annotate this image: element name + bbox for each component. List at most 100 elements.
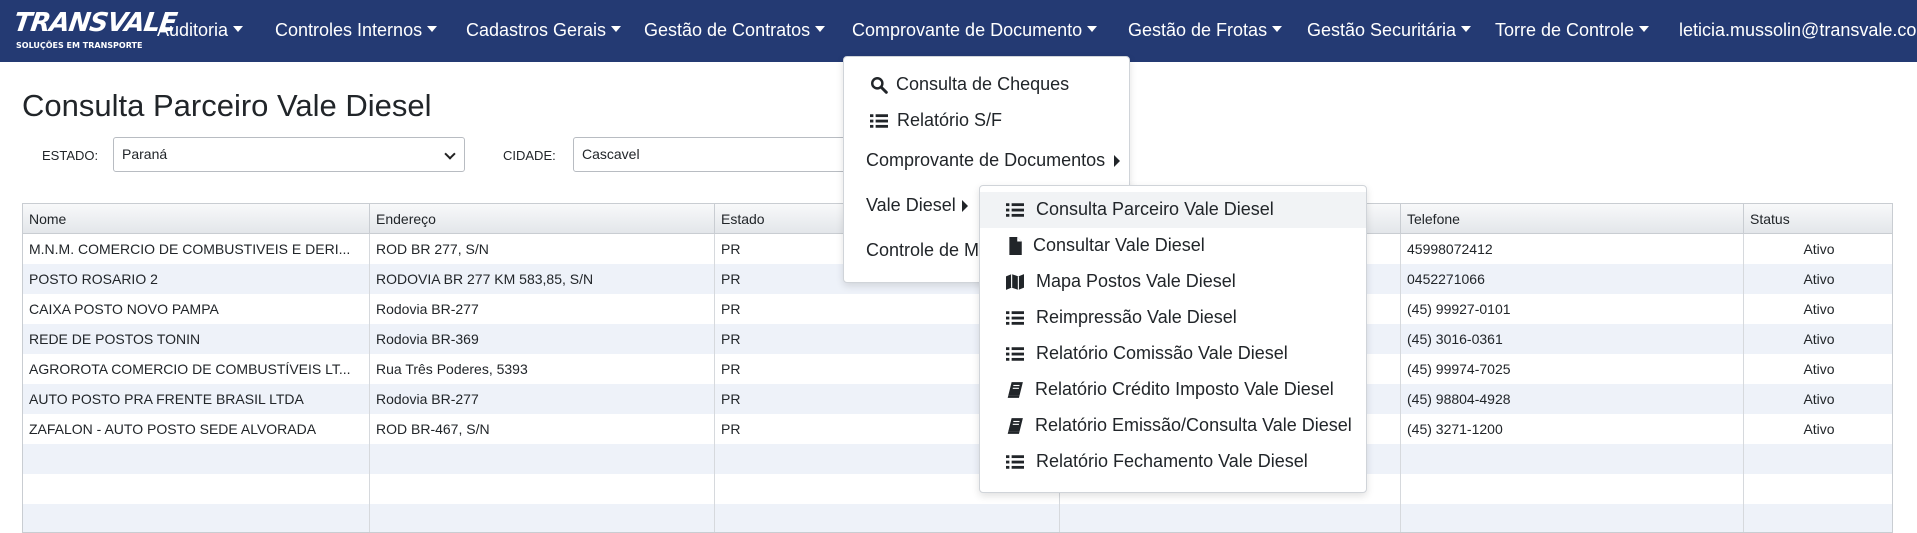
nav-torre-controle[interactable]: Torre de Controle	[1495, 20, 1650, 41]
submenu-item-consultar-vale[interactable]: Consultar Vale Diesel	[980, 228, 1366, 264]
menu-item-relatorio-sf[interactable]: Relatório S/F	[844, 103, 1129, 139]
estado-value: Paraná	[122, 146, 168, 162]
nav-label: Torre de Controle	[1495, 20, 1635, 40]
nav-auditoria[interactable]: Auditoria	[157, 20, 244, 41]
caret-down-icon	[1461, 26, 1472, 32]
table-cell-endereco: Rodovia BR-369	[370, 324, 715, 354]
list-icon	[1006, 455, 1024, 469]
list-icon	[1006, 311, 1024, 325]
table-cell-endereco: Rua Três Poderes, 5393	[370, 354, 715, 384]
nav-label: Comprovante de Documento	[852, 20, 1083, 40]
nav-cadastros-gerais[interactable]: Cadastros Gerais	[466, 20, 622, 41]
table-cell-status: Ativo	[1803, 391, 1835, 407]
table-cell-status: Ativo	[1803, 421, 1835, 437]
nav-label: Cadastros Gerais	[466, 20, 607, 40]
caret-right-icon	[962, 200, 968, 212]
nav-label: Gestão de Frotas	[1128, 20, 1268, 40]
submenu-item-relatorio-comissao[interactable]: Relatório Comissão Vale Diesel	[980, 336, 1366, 372]
table-row[interactable]	[23, 474, 1892, 504]
table-cell-telefone: (45) 3016-0361	[1401, 324, 1744, 354]
list-icon	[1006, 347, 1024, 361]
submenu-item-label: Mapa Postos Vale Diesel	[1036, 271, 1236, 291]
nav-label: Gestão Securitária	[1307, 20, 1457, 40]
table-cell-estado	[715, 504, 1060, 532]
nav-gestao-frotas[interactable]: Gestão de Frotas	[1128, 20, 1283, 41]
table-cell-nome: AUTO POSTO PRA FRENTE BRASIL LTDA	[23, 384, 370, 414]
menu-item-consulta-cheques[interactable]: Consulta de Cheques	[844, 67, 1129, 103]
table-row[interactable]: REDE DE POSTOS TONIN Rodovia BR-369 PR (45)…	[23, 324, 1892, 354]
nav-gestao-securitaria[interactable]: Gestão Securitária	[1307, 20, 1472, 41]
nav-comprovante-documento[interactable]: Comprovante de Documento	[852, 20, 1098, 41]
menu-item-label: Controle de M	[866, 240, 980, 260]
submenu-item-label: Relatório Comissão Vale Diesel	[1036, 343, 1288, 363]
table-cell-telefone: (45) 98804-4928	[1401, 384, 1744, 414]
table-cell-nome	[23, 474, 370, 504]
list-icon	[870, 114, 888, 128]
submenu-item-relatorio-fechamento[interactable]: Relatório Fechamento Vale Diesel	[980, 444, 1366, 480]
column-header-nome[interactable]: Nome	[23, 204, 370, 234]
transvale-logo[interactable]: TRANSVALE SOLUÇÕES EM TRANSPORTE	[12, 8, 178, 54]
table-row[interactable]: AUTO POSTO PRA FRENTE BRASIL LTDA Rodovia…	[23, 384, 1892, 414]
submenu-item-mapa-postos[interactable]: Mapa Postos Vale Diesel	[980, 264, 1366, 300]
column-header-endereco[interactable]: Endereço	[370, 204, 715, 234]
table-cell-nome: M.N.M. COMERCIO DE COMBUSTIVEIS E DERI..…	[23, 234, 370, 264]
table-row[interactable]	[23, 444, 1892, 474]
submenu-item-consulta-parceiro[interactable]: Consulta Parceiro Vale Diesel	[980, 192, 1366, 228]
table-cell-status: Ativo	[1803, 331, 1835, 347]
table-cell-nome: ZAFALON - AUTO POSTO SEDE ALVORADA	[23, 414, 370, 444]
file-icon	[1009, 237, 1022, 255]
list-icon	[1006, 203, 1024, 217]
submenu-item-relatorio-emissao[interactable]: Relatório Emissão/Consulta Vale Diesel	[980, 408, 1366, 444]
cidade-label: CIDADE:	[503, 148, 556, 163]
estado-label: ESTADO:	[42, 148, 99, 163]
caret-down-icon	[1272, 26, 1283, 32]
table-cell-endereco	[370, 444, 715, 474]
column-header-telefone[interactable]: Telefone	[1401, 204, 1744, 234]
table-cell-status	[1744, 504, 1892, 532]
estado-select[interactable]: Paraná	[113, 137, 465, 172]
cidade-select[interactable]: Cascavel	[573, 137, 873, 172]
column-header-status[interactable]: Status	[1744, 204, 1892, 234]
search-icon	[871, 77, 888, 94]
table-cell-status: Ativo	[1803, 271, 1835, 287]
submenu-item-label: Relatório Emissão/Consulta Vale Diesel	[1035, 415, 1352, 435]
menu-item-label: Comprovante de Documentos	[866, 150, 1106, 170]
table-row[interactable]: AGROROTA COMERCIO DE COMBUSTÍVEIS LT... R…	[23, 354, 1892, 384]
nav-controles-internos[interactable]: Controles Internos	[275, 20, 438, 41]
table-cell-telefone: (45) 99974-7025	[1401, 354, 1744, 384]
vale-diesel-submenu: Consulta Parceiro Vale Diesel Consultar …	[979, 185, 1367, 493]
submenu-item-label: Reimpressão Vale Diesel	[1036, 307, 1237, 327]
nav-label: Auditoria	[157, 20, 229, 40]
table-cell-nome: AGROROTA COMERCIO DE COMBUSTÍVEIS LT...	[23, 354, 370, 384]
table-cell-nome: POSTO ROSARIO 2	[23, 264, 370, 294]
submenu-item-reimpressao[interactable]: Reimpressão Vale Diesel	[980, 300, 1366, 336]
table-row[interactable]: CAIXA POSTO NOVO PAMPA Rodovia BR-277 PR (4…	[23, 294, 1892, 324]
caret-down-icon	[1087, 26, 1098, 32]
submenu-item-relatorio-credito[interactable]: Relatório Crédito Imposto Vale Diesel	[980, 372, 1366, 408]
table-cell	[1060, 504, 1401, 532]
caret-down-icon	[611, 26, 622, 32]
table-cell-nome	[23, 504, 370, 532]
nav-user-menu[interactable]: leticia.mussolin@transvale.com	[1679, 20, 1917, 41]
table-cell-telefone: (45) 3271-1200	[1401, 414, 1744, 444]
table-cell-telefone: 0452271066	[1401, 264, 1744, 294]
table-cell-status	[1744, 474, 1892, 504]
table-row[interactable]	[23, 504, 1892, 532]
chevron-down-icon	[444, 148, 456, 160]
table-cell-telefone: 45998072412	[1401, 234, 1744, 264]
table-cell-telefone	[1401, 444, 1744, 474]
cidade-value: Cascavel	[582, 146, 640, 162]
table-cell-endereco: Rodovia BR-277	[370, 294, 715, 324]
table-cell-status: Ativo	[1803, 301, 1835, 317]
table-cell-status: Ativo	[1803, 241, 1835, 257]
table-cell-status: Ativo	[1803, 361, 1835, 377]
table-row[interactable]: ZAFALON - AUTO POSTO SEDE ALVORADA ROD BR…	[23, 414, 1892, 444]
table-cell-telefone: (45) 99927-0101	[1401, 294, 1744, 324]
menu-item-label: Vale Diesel	[866, 195, 956, 215]
menu-item-comprovante-documentos[interactable]: Comprovante de Documentos	[844, 143, 1129, 179]
submenu-item-label: Relatório Crédito Imposto Vale Diesel	[1035, 379, 1334, 399]
nav-gestao-contratos[interactable]: Gestão de Contratos	[644, 20, 826, 41]
caret-down-icon	[233, 26, 244, 32]
logo-wordmark: TRANSVALE	[11, 8, 179, 38]
table-cell-nome	[23, 444, 370, 474]
